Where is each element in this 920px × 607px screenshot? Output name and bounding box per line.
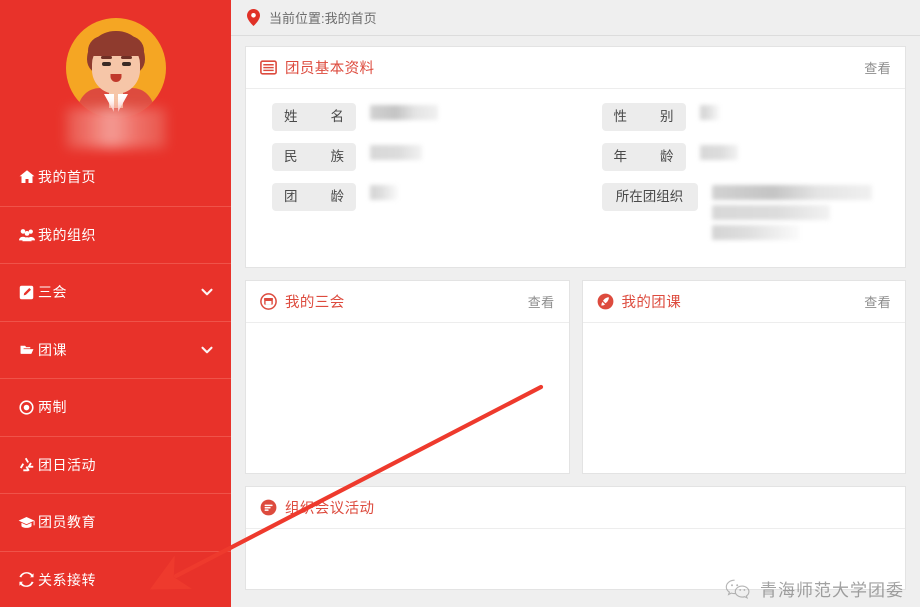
card-tuanke-header: 我的团课 查看 xyxy=(582,281,905,323)
profile-column-left: 姓 名 民 族 团 龄 xyxy=(246,103,576,257)
field-label-char-b: 别 xyxy=(660,109,674,124)
sidebar-item-liangzhi[interactable]: 两制 xyxy=(0,378,231,436)
field-league-age-label: 团 龄 xyxy=(272,183,356,211)
home-icon xyxy=(18,169,35,185)
sidebar-item-jiezhuan[interactable]: 关系接转 xyxy=(0,550,231,607)
target-dot-icon xyxy=(18,399,35,415)
edit-square-icon xyxy=(18,284,35,300)
card-sanhui: 我的三会 查看 xyxy=(245,280,570,474)
sidebar-item-label: 两制 xyxy=(38,399,67,416)
sidebar-item-label: 团课 xyxy=(38,341,67,358)
card-profile-title: 团员基本资料 xyxy=(285,61,375,77)
sidebar-item-home[interactable]: 我的首页 xyxy=(0,148,231,206)
card-tuanke-title: 我的团课 xyxy=(621,295,682,311)
watermark-text: 青海师范大学团委 xyxy=(760,581,904,600)
field-ethnicity-value xyxy=(370,143,422,160)
field-label-char-b: 龄 xyxy=(330,189,345,204)
field-age: 年 龄 xyxy=(601,143,906,171)
field-gender-value xyxy=(699,103,720,120)
rocket-circle-icon xyxy=(597,293,614,310)
chevron-down-icon[interactable] xyxy=(199,284,215,300)
field-label-char-b: 龄 xyxy=(660,149,674,164)
sidebar-item-label: 关系接转 xyxy=(38,571,96,588)
field-label-char-a: 性 xyxy=(613,109,628,124)
calendar-icon xyxy=(260,293,277,310)
content-area: 团员基本资料 查看 姓 名 民 族 团 龄 性 别 年 龄 所在团组织 我的三会… xyxy=(231,36,920,590)
field-label-char-b: 名 xyxy=(330,109,345,124)
field-name-label: 姓 名 xyxy=(272,103,356,131)
breadcrumb: 当前位置:我的首页 xyxy=(231,0,920,36)
card-tuanke-body xyxy=(583,323,906,473)
location-pin-icon xyxy=(247,9,260,26)
sidebar-item-tuanke[interactable]: 团课 xyxy=(0,320,231,379)
user-name-masked xyxy=(65,108,166,148)
sidebar-item-label: 三会 xyxy=(38,284,67,301)
card-sanhui-body xyxy=(246,323,569,473)
avatar-fringe xyxy=(87,36,144,56)
recycle-icon xyxy=(18,457,35,473)
field-name-value xyxy=(370,103,438,120)
card-sanhui-title: 我的三会 xyxy=(285,295,345,311)
field-label-char-a: 团 xyxy=(284,189,298,204)
card-profile: 团员基本资料 查看 姓 名 民 族 团 龄 性 别 年 龄 所在团组织 xyxy=(245,46,906,268)
list-circle-icon xyxy=(260,499,277,516)
sidebar-item-org[interactable]: 我的组织 xyxy=(0,205,231,264)
field-label-char-b: 族 xyxy=(330,149,345,164)
card-meetings-header: 组织会议活动 xyxy=(246,487,905,529)
card-tuanke: 我的团课 查看 xyxy=(581,280,906,474)
avatar-brow-right xyxy=(120,56,132,59)
field-label-char-a: 民 xyxy=(284,149,298,164)
field-label-char-a: 年 xyxy=(613,149,628,164)
sidebar-item-jiaoyu[interactable]: 团员教育 xyxy=(0,493,231,551)
sidebar-nav: 我的首页 我的组织 三会 团课 两制 团日活动 团员教育 关系接转 xyxy=(0,148,231,607)
users-icon xyxy=(18,227,35,243)
sidebar-item-label: 团日活动 xyxy=(38,456,96,473)
sidebar-item-label: 我的首页 xyxy=(38,168,96,185)
folder-open-icon xyxy=(18,342,35,358)
avatar-block xyxy=(0,0,231,148)
field-organization-value xyxy=(711,183,872,245)
field-name: 姓 名 xyxy=(272,103,576,131)
chevron-down-icon[interactable] xyxy=(199,342,215,358)
avatar-brow-left xyxy=(100,56,112,59)
sidebar: 我的首页 我的组织 三会 团课 两制 团日活动 团员教育 关系接转 xyxy=(0,0,231,607)
card-sanhui-header: 我的三会 查看 xyxy=(246,281,569,323)
field-organization: 所在团组织 xyxy=(601,183,906,245)
sidebar-item-label: 我的组织 xyxy=(38,226,96,243)
field-age-value xyxy=(699,143,738,160)
id-card-icon xyxy=(260,59,277,76)
sidebar-item-sanhui[interactable]: 三会 xyxy=(0,263,231,321)
field-age-label: 年 龄 xyxy=(601,143,686,171)
card-sanhui-more-link[interactable]: 查看 xyxy=(528,292,555,311)
avatar xyxy=(65,18,166,118)
card-profile-more-link[interactable]: 查看 xyxy=(864,58,891,77)
mid-card-row: 我的三会 查看 我的团课 查看 xyxy=(245,280,906,486)
watermark: 青海师范大学团委 xyxy=(725,576,904,601)
avatar-eye-right xyxy=(121,62,131,66)
sidebar-item-tuanri[interactable]: 团日活动 xyxy=(0,435,231,494)
field-organization-label: 所在团组织 xyxy=(601,183,698,211)
field-league-age: 团 龄 xyxy=(272,183,576,211)
sidebar-item-label: 团员教育 xyxy=(38,514,96,531)
field-label-char-a: 姓 xyxy=(284,109,298,124)
card-tuanke-more-link[interactable]: 查看 xyxy=(864,292,891,311)
field-gender: 性 别 xyxy=(601,103,906,131)
field-gender-label: 性 别 xyxy=(601,103,686,131)
card-profile-body: 姓 名 民 族 团 龄 性 别 年 龄 所在团组织 xyxy=(246,89,905,267)
card-profile-header: 团员基本资料 查看 xyxy=(246,47,905,89)
card-meetings-title: 组织会议活动 xyxy=(285,501,375,517)
refresh-icon xyxy=(18,572,35,588)
card-meetings: 组织会议活动 xyxy=(245,486,906,590)
wechat-logo-icon xyxy=(725,578,751,600)
avatar-eye-left xyxy=(101,62,111,66)
profile-column-right: 性 别 年 龄 所在团组织 xyxy=(576,103,906,257)
main-content: 当前位置:我的首页 团员基本资料 查看 姓 名 民 族 团 龄 性 别 年 龄 … xyxy=(231,0,920,607)
app-root: 我的首页 我的组织 三会 团课 两制 团日活动 团员教育 关系接转 当前位置:我… xyxy=(0,0,920,607)
graduation-cap-icon xyxy=(18,514,35,530)
field-ethnicity-label: 民 族 xyxy=(272,143,356,171)
field-ethnicity: 民 族 xyxy=(272,143,576,171)
field-league-age-value xyxy=(370,183,398,200)
breadcrumb-text: 当前位置:我的首页 xyxy=(269,11,377,26)
